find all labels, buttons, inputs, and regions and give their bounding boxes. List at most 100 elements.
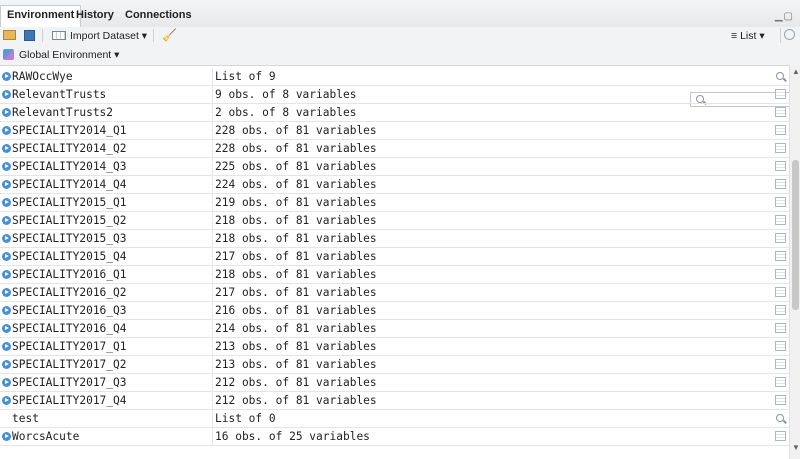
expand-arrow-icon[interactable] <box>2 432 11 441</box>
column-divider <box>212 284 213 302</box>
table-icon[interactable] <box>775 179 786 189</box>
tab-history[interactable]: History <box>70 6 120 27</box>
environment-row[interactable]: WorcsAcute 16 obs. of 25 variables <box>0 428 789 446</box>
environment-row[interactable]: test List of 0 <box>0 410 789 428</box>
table-icon[interactable] <box>775 107 786 117</box>
magnifier-icon[interactable] <box>776 72 784 80</box>
column-divider <box>212 356 213 374</box>
object-value: 214 obs. of 81 variables <box>215 322 377 335</box>
table-icon[interactable] <box>775 161 786 171</box>
expand-arrow-icon[interactable] <box>2 216 11 225</box>
object-name: SPECIALITY2015_Q3 <box>12 232 127 245</box>
save-icon[interactable] <box>24 30 35 41</box>
environment-row[interactable]: SPECIALITY2015_Q1 219 obs. of 81 variable… <box>0 194 789 212</box>
object-value: List of 9 <box>215 70 276 83</box>
object-value: 224 obs. of 81 variables <box>215 178 377 191</box>
object-name: SPECIALITY2017_Q2 <box>12 358 127 371</box>
table-icon[interactable] <box>775 341 786 351</box>
expand-arrow-icon[interactable] <box>2 198 11 207</box>
expand-arrow-icon[interactable] <box>2 396 11 405</box>
table-icon[interactable] <box>775 197 786 207</box>
minimize-icon[interactable]: ▁ <box>775 11 784 22</box>
table-icon[interactable] <box>775 251 786 261</box>
object-value: 218 obs. of 81 variables <box>215 232 377 245</box>
environment-row[interactable]: SPECIALITY2016_Q3 216 obs. of 81 variable… <box>0 302 789 320</box>
expand-arrow-icon[interactable] <box>2 162 11 171</box>
environment-row[interactable]: SPECIALITY2017_Q2 213 obs. of 81 variable… <box>0 356 789 374</box>
table-icon[interactable] <box>775 395 786 405</box>
environment-row[interactable]: RelevantTrusts2 2 obs. of 8 variables <box>0 104 789 122</box>
expand-arrow-icon[interactable] <box>2 270 11 279</box>
import-dataset-button[interactable]: Import Dataset ▾ <box>70 29 147 43</box>
maximize-icon[interactable]: ▢ <box>784 11 794 22</box>
list-icon: ≡ <box>731 30 738 42</box>
scroll-up-icon[interactable]: ▲ <box>792 67 800 76</box>
object-name: test <box>12 412 39 425</box>
expand-arrow-icon[interactable] <box>2 378 11 387</box>
environment-row[interactable]: SPECIALITY2015_Q4 217 obs. of 81 variable… <box>0 248 789 266</box>
environment-row[interactable]: SPECIALITY2016_Q1 218 obs. of 81 variable… <box>0 266 789 284</box>
table-icon[interactable] <box>775 233 786 243</box>
environment-row[interactable]: SPECIALITY2015_Q3 218 obs. of 81 variable… <box>0 230 789 248</box>
expand-arrow-icon[interactable] <box>2 288 11 297</box>
refresh-icon[interactable] <box>784 29 795 40</box>
table-icon[interactable] <box>775 89 786 99</box>
toolbar-divider <box>780 28 781 43</box>
table-icon[interactable] <box>775 287 786 297</box>
expand-arrow-icon[interactable] <box>2 234 11 243</box>
broom-icon[interactable]: 🧹 <box>162 29 177 42</box>
table-icon[interactable] <box>775 323 786 333</box>
object-name: SPECIALITY2017_Q4 <box>12 394 127 407</box>
expand-arrow-icon[interactable] <box>2 252 11 261</box>
toolbar-divider <box>42 29 43 42</box>
expand-arrow-icon[interactable] <box>2 72 11 81</box>
object-name: SPECIALITY2016_Q4 <box>12 322 127 335</box>
environment-row[interactable]: SPECIALITY2016_Q4 214 obs. of 81 variable… <box>0 320 789 338</box>
expand-arrow-icon[interactable] <box>2 324 11 333</box>
column-divider <box>212 194 213 212</box>
expand-arrow-icon[interactable] <box>2 306 11 315</box>
environment-row[interactable]: SPECIALITY2017_Q3 212 obs. of 81 variable… <box>0 374 789 392</box>
expand-arrow-icon[interactable] <box>2 180 11 189</box>
table-icon[interactable] <box>775 143 786 153</box>
expand-arrow-icon[interactable] <box>2 360 11 369</box>
expand-arrow-icon[interactable] <box>2 126 11 135</box>
column-divider <box>212 68 213 86</box>
open-folder-icon[interactable] <box>3 30 16 40</box>
table-icon[interactable] <box>775 377 786 387</box>
object-value: 2 obs. of 8 variables <box>215 106 357 119</box>
object-name: WorcsAcute <box>12 430 80 443</box>
vertical-scrollbar[interactable]: ▲ ▼ <box>789 65 800 459</box>
environment-row[interactable]: RAWOccWye List of 9 <box>0 68 789 86</box>
table-icon[interactable] <box>775 431 786 441</box>
expand-arrow-icon[interactable] <box>2 108 11 117</box>
chevron-down-icon: ▾ <box>114 49 120 61</box>
column-divider <box>212 302 213 320</box>
environment-row[interactable]: SPECIALITY2014_Q3 225 obs. of 81 variable… <box>0 158 789 176</box>
environment-row[interactable]: SPECIALITY2017_Q4 212 obs. of 81 variable… <box>0 392 789 410</box>
object-name: SPECIALITY2016_Q1 <box>12 268 127 281</box>
table-icon[interactable] <box>775 269 786 279</box>
table-icon[interactable] <box>775 359 786 369</box>
environment-row[interactable]: SPECIALITY2015_Q2 218 obs. of 81 variable… <box>0 212 789 230</box>
expand-arrow-icon[interactable] <box>2 144 11 153</box>
column-divider <box>212 248 213 266</box>
environment-row[interactable]: SPECIALITY2016_Q2 217 obs. of 81 variable… <box>0 284 789 302</box>
object-value: 216 obs. of 81 variables <box>215 304 377 317</box>
environment-row[interactable]: RelevantTrusts 9 obs. of 8 variables <box>0 86 789 104</box>
global-environment-dropdown[interactable]: Global Environment ▾ <box>19 48 119 62</box>
environment-row[interactable]: SPECIALITY2014_Q4 224 obs. of 81 variable… <box>0 176 789 194</box>
table-icon[interactable] <box>775 125 786 135</box>
environment-row[interactable]: SPECIALITY2014_Q2 228 obs. of 81 variable… <box>0 140 789 158</box>
expand-arrow-icon[interactable] <box>2 90 11 99</box>
environment-row[interactable]: SPECIALITY2017_Q1 213 obs. of 81 variable… <box>0 338 789 356</box>
scroll-down-icon[interactable]: ▼ <box>792 443 800 452</box>
environment-row[interactable]: SPECIALITY2014_Q1 228 obs. of 81 variable… <box>0 122 789 140</box>
expand-arrow-icon[interactable] <box>2 342 11 351</box>
scrollbar-thumb[interactable] <box>792 160 799 310</box>
magnifier-icon[interactable] <box>776 414 784 422</box>
table-icon[interactable] <box>775 215 786 225</box>
view-mode-dropdown[interactable]: ≡ List ▾ <box>731 29 765 43</box>
tab-connections[interactable]: Connections <box>119 6 198 27</box>
table-icon[interactable] <box>775 305 786 315</box>
